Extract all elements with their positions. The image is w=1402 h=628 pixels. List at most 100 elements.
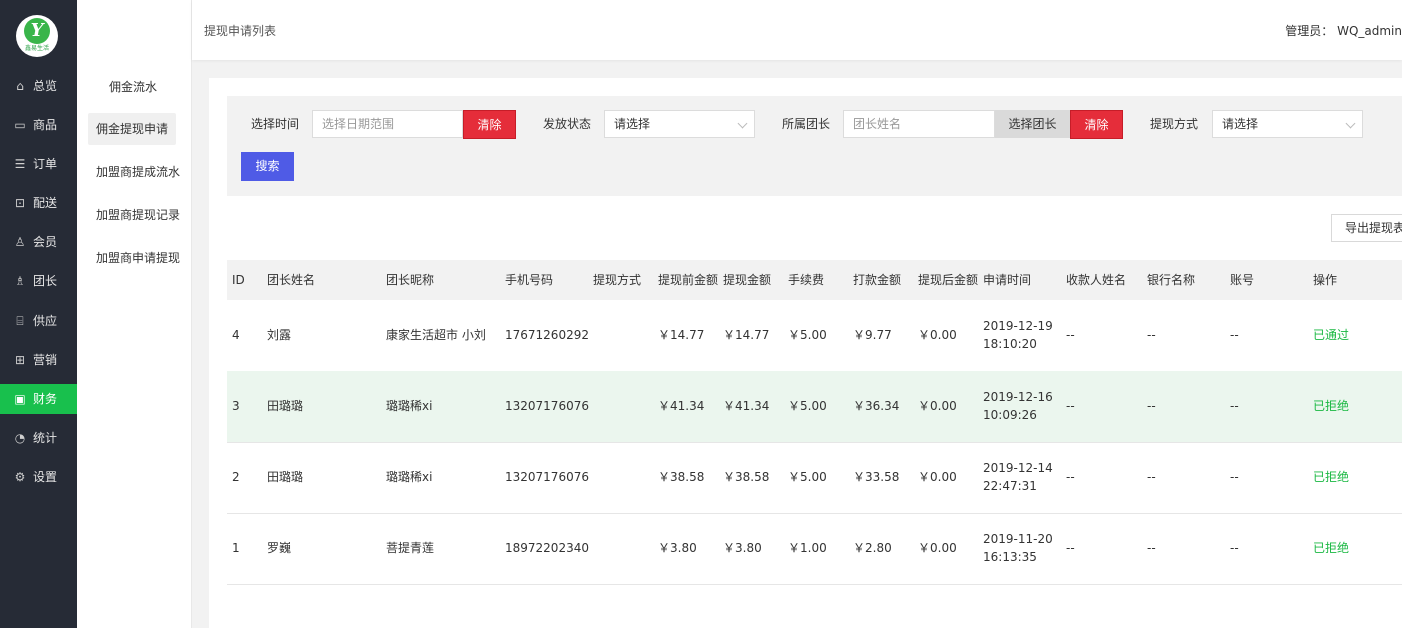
nav-item-4[interactable]: ♙ 会员 bbox=[0, 227, 77, 257]
apply-date: 2019-11-20 bbox=[983, 532, 1053, 546]
column-header: 申请时间 bbox=[983, 273, 1032, 287]
table-row[interactable]: 3 田璐璐 璐璐稀xi 13207176076 ￥41.34 ￥41.34 ￥5.00 ￥36… bbox=[227, 371, 1402, 443]
cell-bank: -- bbox=[1147, 541, 1156, 555]
cell-bank: -- bbox=[1147, 328, 1156, 342]
nav-item-label: 供应 bbox=[33, 314, 58, 328]
table-header: ID 团长姓名 团长昵称 手机号码 提现方式 提现前金额 提现金额 手续费 打款金额 提现后金额申… bbox=[227, 260, 1402, 300]
cell-name: 田璐璐 bbox=[267, 399, 304, 413]
leader-name-input[interactable]: 团长姓名 bbox=[843, 110, 995, 138]
nav-item-7[interactable]: ⊞ 营销 bbox=[0, 345, 77, 375]
cell-fee: ￥5.00 bbox=[788, 399, 827, 413]
status-link[interactable]: 已拒绝 bbox=[1313, 389, 1349, 424]
status-link[interactable]: 已拒绝 bbox=[1313, 460, 1349, 495]
nav-item-8[interactable]: ▣ 财务 bbox=[0, 384, 77, 414]
nav-item-label: 商品 bbox=[33, 118, 58, 132]
search-button[interactable]: 搜索 bbox=[241, 152, 294, 181]
clear-date-button[interactable]: 清除 bbox=[463, 110, 516, 139]
order-icon: ☰ bbox=[14, 157, 26, 171]
column-header: 团长姓名 bbox=[267, 273, 316, 287]
cell-payee: -- bbox=[1066, 328, 1075, 342]
apply-date: 2019-12-16 bbox=[983, 390, 1053, 404]
apply-time: 18:10:20 bbox=[983, 337, 1037, 351]
nav-item-0[interactable]: ⌂ 总览 bbox=[0, 71, 77, 101]
nav-item-label: 统计 bbox=[33, 431, 58, 445]
time-label: 选择时间 bbox=[251, 117, 300, 131]
choose-leader-button[interactable]: 选择团长 bbox=[995, 110, 1070, 138]
cell-id: 2 bbox=[232, 470, 240, 484]
cell-before: ￥38.58 bbox=[658, 470, 705, 484]
cell-payee: -- bbox=[1066, 541, 1075, 555]
cell-phone: 17671260292 bbox=[505, 328, 589, 342]
admin-label: 管理员： bbox=[1285, 24, 1334, 38]
admin-info[interactable]: 管理员： WQ_admin bbox=[1285, 22, 1402, 39]
cell-phone: 13207176076 bbox=[505, 470, 589, 484]
status-link[interactable]: 已通过 bbox=[1313, 318, 1349, 353]
column-header: 收款人姓名 bbox=[1066, 273, 1127, 287]
column-header: 团长昵称 bbox=[386, 273, 435, 287]
leader-label: 所属团长 bbox=[782, 117, 831, 131]
nav-item-label: 团长 bbox=[33, 274, 58, 288]
cell-paid: ￥2.80 bbox=[853, 541, 892, 555]
nav-item-label: 财务 bbox=[33, 392, 58, 406]
clear-leader-button[interactable]: 清除 bbox=[1070, 110, 1123, 139]
nav-item-9[interactable]: ◔ 统计 bbox=[0, 423, 77, 453]
nav-item-3[interactable]: ⊡ 配送 bbox=[0, 188, 77, 218]
nav-item-10[interactable]: ⚙ 设置 bbox=[0, 462, 77, 492]
cell-fee: ￥1.00 bbox=[788, 541, 827, 555]
cell-nick: 康家生活超市 小刘 bbox=[386, 328, 486, 342]
column-header: 提现后金额 bbox=[918, 273, 979, 287]
status-label: 发放状态 bbox=[543, 117, 592, 131]
cell-fee: ￥5.00 bbox=[788, 470, 827, 484]
method-select[interactable]: 请选择 bbox=[1212, 110, 1363, 138]
gear-icon: ⚙ bbox=[14, 470, 26, 484]
export-button[interactable]: 导出提现表 bbox=[1331, 214, 1402, 242]
column-header: 手续费 bbox=[788, 273, 825, 287]
cell-paid: ￥33.58 bbox=[853, 470, 900, 484]
cell-before: ￥14.77 bbox=[658, 328, 705, 342]
cell-before: ￥3.80 bbox=[658, 541, 697, 555]
cell-amount: ￥3.80 bbox=[723, 541, 762, 555]
date-range-input[interactable]: 选择日期范围 bbox=[312, 110, 463, 138]
nav-item-label: 设置 bbox=[33, 470, 58, 484]
cell-id: 3 bbox=[232, 399, 240, 413]
nav-item-1[interactable]: ▭ 商品 bbox=[0, 110, 77, 140]
nav-item-label: 会员 bbox=[33, 235, 58, 249]
apply-time-cell: 2019-11-20 16:13:35 bbox=[983, 530, 1053, 566]
subnav-item-3[interactable]: 加盟商提现记录 bbox=[88, 199, 188, 231]
column-header: 提现前金额 bbox=[658, 273, 719, 287]
top-bar: 提现申请列表 管理员： WQ_admin bbox=[192, 0, 1402, 60]
apply-time: 10:09:26 bbox=[983, 408, 1037, 422]
cell-name: 罗巍 bbox=[267, 541, 292, 555]
apply-time-cell: 2019-12-14 22:47:31 bbox=[983, 459, 1053, 495]
table-row[interactable]: 4 刘露 康家生活超市 小刘 17671260292 ￥14.77 ￥14.77 ￥5.00… bbox=[227, 300, 1402, 372]
leader-icon: ♗ bbox=[14, 274, 26, 288]
nav-item-label: 订单 bbox=[33, 157, 58, 171]
cell-payee: -- bbox=[1066, 470, 1075, 484]
cell-bank: -- bbox=[1147, 470, 1156, 484]
main-sidebar: Y 鑫易生活 ⌂ 总览 ▭ 商品 ☰ 订单 ⊡ 配送 ♙ 会员 ♗ 团长 ⌸ 供应 ⊞ 营销 ▣ 财务 ◔ 统计 ⚙ 设置 bbox=[0, 0, 77, 628]
apply-time: 22:47:31 bbox=[983, 479, 1037, 493]
subnav-item-4[interactable]: 加盟商申请提现 bbox=[88, 242, 188, 274]
subnav-item-0[interactable]: 佣金流水 bbox=[101, 71, 165, 103]
sub-sidebar: 佣金流水佣金提现申请 加盟商提成流水 加盟商提现记录 加盟商申请提现 bbox=[77, 0, 192, 628]
column-header: 手机号码 bbox=[505, 273, 554, 287]
cell-amount: ￥14.77 bbox=[723, 328, 770, 342]
status-select[interactable]: 请选择 bbox=[604, 110, 755, 138]
subnav-item-2[interactable]: 加盟商提成流水 bbox=[88, 156, 188, 188]
nav-item-5[interactable]: ♗ 团长 bbox=[0, 266, 77, 296]
chevron-down-icon bbox=[737, 118, 748, 129]
subnav-item-1[interactable]: 佣金提现申请 bbox=[88, 113, 177, 145]
table-row[interactable]: 1 罗巍 菩提青莲 18972202340 ￥3.80 ￥3.80 ￥1.00 ￥2.80 ￥0… bbox=[227, 513, 1402, 585]
table-row[interactable]: 2 田璐璐 璐璐稀xi 13207176076 ￥38.58 ￥38.58 ￥5.00 ￥33… bbox=[227, 442, 1402, 514]
breadcrumb: 提现申请列表 bbox=[204, 24, 277, 38]
logo-mark: Y bbox=[24, 18, 50, 44]
nav-item-6[interactable]: ⌸ 供应 bbox=[0, 306, 77, 336]
brand-logo[interactable]: Y 鑫易生活 bbox=[16, 15, 58, 57]
column-header: 操作 bbox=[1313, 273, 1338, 287]
cell-id: 1 bbox=[232, 541, 240, 555]
nav-item-2[interactable]: ☰ 订单 bbox=[0, 149, 77, 179]
cell-nick: 璐璐稀xi bbox=[386, 399, 433, 413]
status-link[interactable]: 已拒绝 bbox=[1313, 531, 1349, 566]
apply-time-cell: 2019-12-16 10:09:26 bbox=[983, 388, 1053, 424]
cell-payee: -- bbox=[1066, 399, 1075, 413]
